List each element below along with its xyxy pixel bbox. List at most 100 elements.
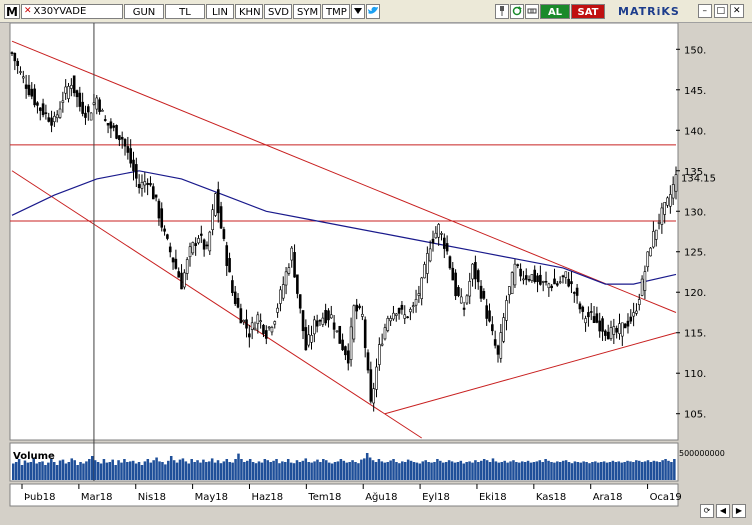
volume-bar — [278, 463, 281, 480]
link-icon[interactable] — [525, 3, 539, 19]
volume-bar — [512, 460, 515, 480]
volume-bar — [652, 460, 656, 480]
volume-bar — [392, 459, 395, 480]
x-tick-label: Haz18 — [251, 492, 283, 503]
symbol-field[interactable]: ✕ X30YVADE — [21, 3, 123, 19]
candle-body — [482, 291, 486, 299]
tmp-button[interactable]: TMP — [322, 3, 350, 19]
volume-bar — [272, 460, 275, 480]
candle-body — [109, 121, 113, 129]
candle-body — [287, 267, 291, 274]
volume-bar — [591, 462, 594, 480]
close-icon[interactable]: ✕ — [24, 4, 32, 19]
volume-bar — [251, 462, 255, 480]
volume-bar — [266, 460, 270, 480]
buy-button[interactable]: AL — [540, 3, 570, 19]
candle-body — [30, 88, 34, 97]
candle-body — [236, 297, 240, 308]
candle-body — [157, 200, 161, 219]
candle-body — [67, 86, 70, 99]
candle-body — [420, 277, 424, 299]
volume-bar — [114, 465, 117, 480]
candle-body — [267, 326, 271, 329]
candle-body — [621, 322, 624, 337]
candle-body — [615, 327, 618, 333]
volume-bar — [491, 458, 495, 480]
volume-bar — [216, 460, 220, 480]
candle-body — [428, 248, 432, 262]
volume-bar — [26, 462, 30, 480]
volume-bar — [169, 456, 173, 480]
volume-bar — [319, 462, 322, 480]
volume-bar — [395, 462, 398, 480]
volume-bar — [73, 460, 76, 480]
candle-body — [245, 319, 248, 329]
volume-bar — [275, 459, 278, 480]
volume-bar — [199, 462, 202, 480]
period-button[interactable]: GUN — [124, 3, 164, 19]
volume-bar — [243, 462, 246, 480]
candle-body — [78, 92, 82, 107]
volume-bar — [96, 462, 100, 480]
candle-body — [335, 330, 339, 333]
volume-bar — [602, 461, 606, 480]
candle-body — [143, 181, 147, 186]
candle-body — [61, 100, 65, 103]
pin-icon[interactable] — [495, 3, 509, 19]
candle-body — [383, 327, 387, 340]
volume-bar — [330, 463, 334, 480]
volume-bar — [336, 461, 340, 480]
chart-area[interactable]: 150. 145. 140. 135. 130. 125. 120. 115. 110. 105.… — [0, 22, 752, 522]
candle-body — [533, 269, 537, 282]
scroll-left-icon[interactable]: ◀ — [716, 504, 730, 518]
candle-body — [423, 264, 426, 279]
sell-button[interactable]: SAT — [571, 3, 605, 19]
candle-body — [629, 316, 633, 322]
candle-body — [304, 327, 308, 351]
khn-button[interactable]: KHN — [235, 3, 263, 19]
volume-bar — [480, 460, 483, 480]
candle-body — [168, 246, 172, 253]
candle-body — [524, 275, 528, 280]
volume-bar — [20, 465, 24, 480]
sync-icon[interactable]: ⟳ — [700, 504, 714, 518]
price-chart[interactable]: 150.145.140.135.130.125.120.115.110.105.… — [0, 22, 752, 522]
candle-body — [154, 194, 158, 198]
svd-button[interactable]: SVD — [264, 3, 292, 19]
dropdown-arrow-icon[interactable] — [351, 3, 365, 19]
currency-button[interactable]: TL — [165, 3, 205, 19]
volume-bar — [240, 459, 243, 480]
refresh-icon[interactable] — [510, 3, 524, 19]
close-window-icon[interactable]: ✕ — [729, 4, 744, 18]
volume-bar — [611, 460, 615, 480]
candle-body — [570, 281, 573, 285]
candle-body — [366, 352, 370, 371]
twitter-bird-icon[interactable] — [366, 3, 380, 19]
x-tick-label: Nis18 — [138, 492, 166, 503]
volume-bar — [181, 458, 185, 480]
scroll-right-icon[interactable]: ▶ — [732, 504, 746, 518]
candle-body — [301, 310, 305, 332]
scale-lin-button[interactable]: LIN — [206, 3, 234, 19]
candle-body — [626, 320, 630, 327]
volume-bar — [412, 462, 416, 480]
candle-body — [606, 331, 610, 340]
volume-bar — [620, 462, 623, 480]
candle-body — [137, 184, 141, 189]
candle-body — [431, 238, 435, 244]
volume-bar — [29, 462, 33, 480]
menu-m-button[interactable]: M — [4, 3, 20, 19]
volume-bar — [131, 460, 135, 480]
candle-body — [471, 263, 474, 280]
candle-body — [216, 189, 220, 214]
volume-bar — [406, 459, 410, 480]
candle-body — [151, 186, 155, 200]
volume-bar — [544, 459, 547, 480]
minimize-icon[interactable]: – — [697, 4, 712, 18]
maximize-icon[interactable]: □ — [713, 4, 728, 18]
sym-button[interactable]: SYM — [293, 3, 321, 19]
candle-body — [465, 295, 469, 304]
candle-body — [589, 311, 593, 313]
volume-bar — [207, 461, 211, 480]
volume-bar — [339, 459, 343, 480]
